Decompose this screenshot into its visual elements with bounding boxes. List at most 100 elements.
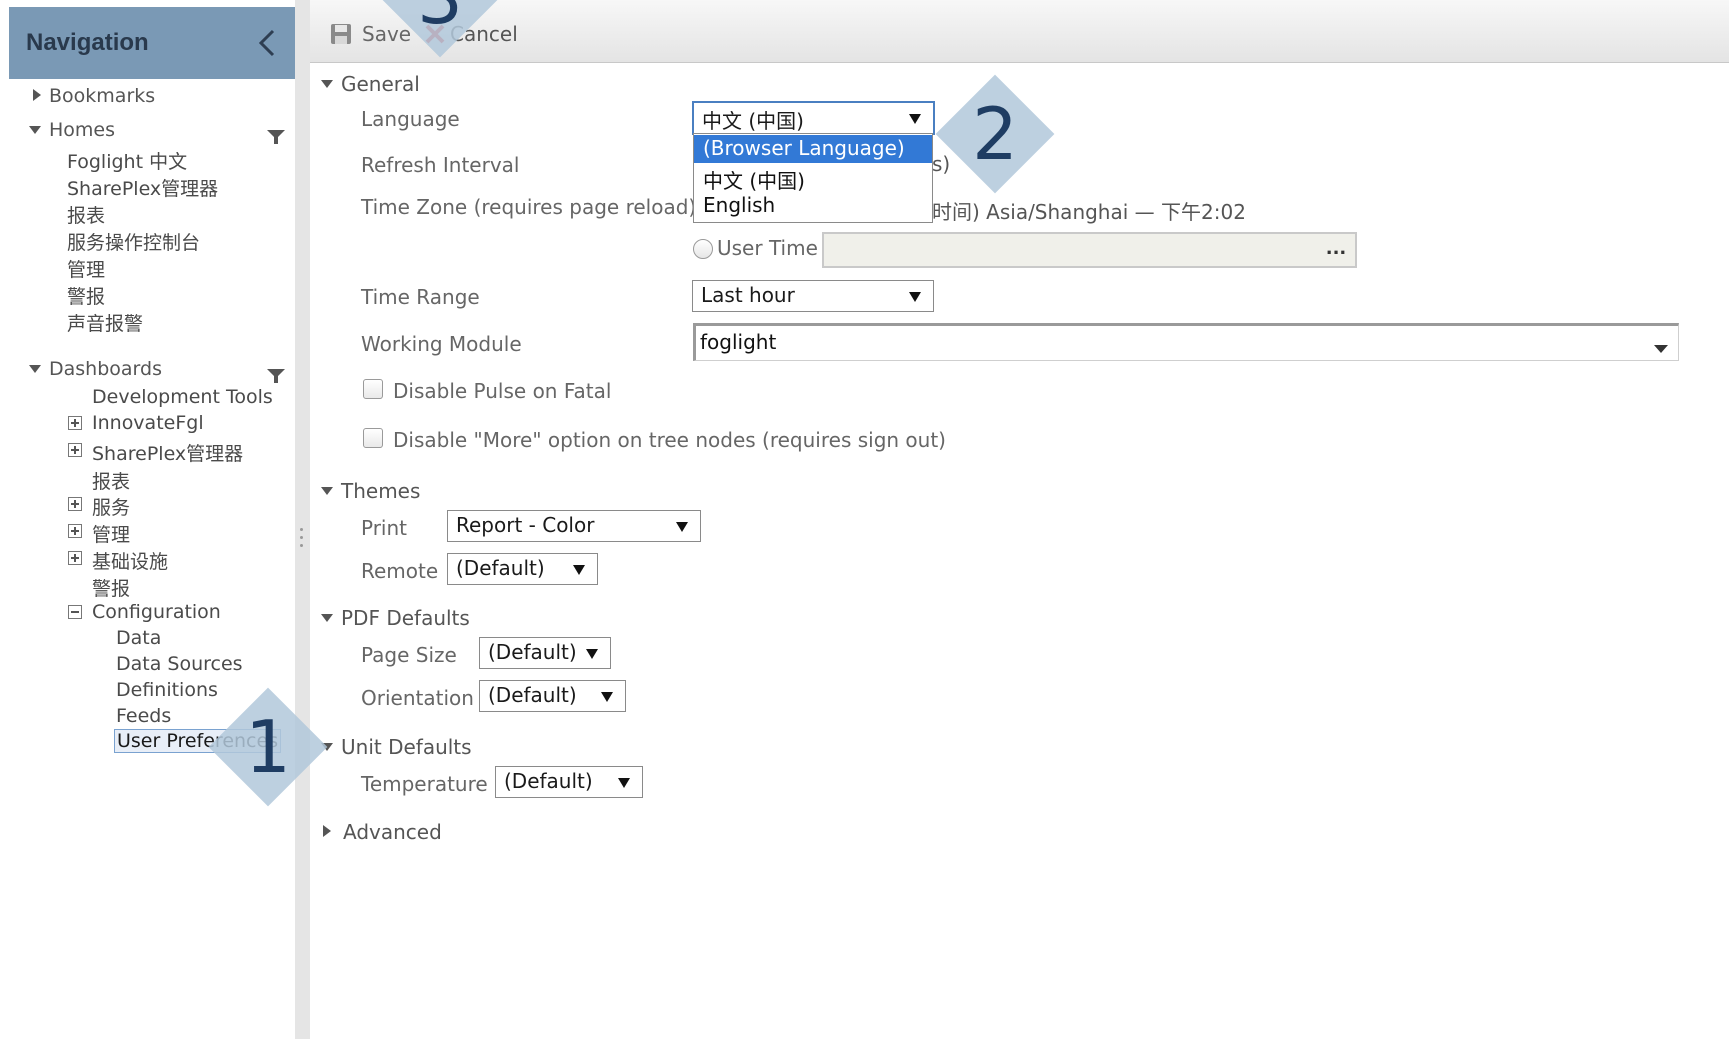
expand-arrow-icon bbox=[323, 825, 331, 837]
tree-section-label: Homes bbox=[49, 119, 116, 141]
app-window: Navigation Bookmarks Homes Foglight 中文 S… bbox=[0, 0, 1729, 1039]
expand-plus-icon[interactable] bbox=[68, 416, 82, 430]
tree-item-home[interactable]: SharePlex管理器 bbox=[67, 174, 218, 201]
language-option[interactable]: 中文 (中国) bbox=[694, 164, 932, 193]
tree-item-dashboard[interactable]: 报表 bbox=[92, 467, 130, 494]
tree-item-label: Configuration bbox=[92, 601, 221, 623]
tree-item-home[interactable]: 服务操作控制台 bbox=[67, 228, 200, 255]
language-dropdown-list: (Browser Language) 中文 (中国) English bbox=[693, 133, 933, 223]
user-time-radio[interactable] bbox=[693, 239, 713, 259]
dropdown-arrow-icon bbox=[909, 292, 921, 302]
tree-item-dashboard[interactable]: SharePlex管理器 bbox=[92, 439, 243, 466]
user-time-label: User Time bbox=[717, 236, 818, 260]
temperature-label: Temperature bbox=[361, 772, 488, 796]
dropdown-arrow-icon bbox=[573, 565, 585, 575]
section-title: PDF Defaults bbox=[341, 606, 470, 630]
dropdown-arrow-icon bbox=[909, 114, 921, 124]
tree-item-dashboard[interactable]: 基础设施 bbox=[92, 547, 168, 574]
tree-item-dashboard[interactable]: 管理 bbox=[92, 520, 130, 547]
tree-section-label: Dashboards bbox=[49, 358, 162, 380]
working-module-value: foglight bbox=[700, 330, 777, 354]
expand-plus-icon[interactable] bbox=[68, 443, 82, 457]
language-option[interactable]: (Browser Language) bbox=[694, 135, 932, 163]
disable-more-checkbox[interactable] bbox=[363, 428, 383, 448]
tree-item-label: 报表 bbox=[92, 471, 131, 493]
time-range-value: Last hour bbox=[701, 283, 795, 307]
refresh-interval-value: s) bbox=[932, 152, 951, 176]
timezone-value: 时间) Asia/Shanghai — 下午2:02 bbox=[932, 200, 1246, 224]
temperature-value: (Default) bbox=[504, 769, 593, 793]
refresh-interval-label: Refresh Interval bbox=[361, 153, 520, 177]
tree-item-label: SharePlex管理器 bbox=[92, 443, 244, 465]
dropdown-arrow-icon bbox=[601, 692, 613, 702]
section-title: Themes bbox=[341, 479, 421, 503]
navigation-title: Navigation bbox=[26, 29, 149, 56]
tree-item-config[interactable]: Data Sources bbox=[116, 653, 243, 675]
callout-number: 3 bbox=[398, 0, 482, 40]
collapse-arrow-icon bbox=[321, 487, 333, 495]
tree-item-dashboard[interactable]: InnovateFgl bbox=[92, 412, 204, 434]
orientation-select[interactable]: (Default) bbox=[479, 680, 626, 712]
tree-item-label: 服务操作控制台 bbox=[67, 232, 201, 254]
toolbar: Save Cancel bbox=[310, 0, 1729, 63]
page-size-select[interactable]: (Default) bbox=[479, 637, 611, 669]
collapse-panel-icon[interactable] bbox=[253, 25, 281, 61]
tree-item-label: 基础设施 bbox=[92, 551, 169, 573]
section-title: Advanced bbox=[343, 820, 442, 844]
tree-item-label: Data Sources bbox=[116, 653, 243, 675]
collapse-arrow-icon bbox=[321, 614, 333, 622]
orientation-label: Orientation bbox=[361, 686, 474, 710]
print-theme-select[interactable]: Report - Color bbox=[447, 510, 701, 542]
chevron-down-icon bbox=[1654, 337, 1668, 353]
expand-plus-icon[interactable] bbox=[68, 497, 82, 511]
print-theme-label: Print bbox=[361, 516, 408, 540]
tree-item-config[interactable]: Definitions bbox=[116, 679, 218, 701]
tree-item-home[interactable]: 报表 bbox=[67, 201, 105, 228]
tree-item-label: InnovateFgl bbox=[92, 412, 204, 434]
ellipsis-button[interactable]: ... bbox=[1321, 238, 1351, 262]
filter-icon[interactable] bbox=[267, 368, 285, 383]
user-time-input[interactable]: ... bbox=[822, 232, 1357, 268]
callout-number: 1 bbox=[245, 705, 291, 789]
tree-item-label: 声音报警 bbox=[67, 313, 144, 335]
tree-item-home[interactable]: 声音报警 bbox=[67, 309, 143, 336]
language-option[interactable]: English bbox=[694, 192, 932, 220]
tree-item-label: Data bbox=[116, 627, 162, 649]
collapse-minus-icon[interactable] bbox=[68, 605, 82, 619]
dropdown-arrow-icon bbox=[676, 522, 688, 532]
tree-item-label: 报表 bbox=[67, 205, 106, 227]
language-select[interactable]: 中文 (中国) bbox=[692, 101, 935, 135]
tree-item-home[interactable]: 警报 bbox=[67, 282, 105, 309]
tree-item-dashboard[interactable]: Development Tools bbox=[92, 386, 273, 408]
remote-theme-value: (Default) bbox=[456, 556, 545, 580]
temperature-select[interactable]: (Default) bbox=[495, 766, 643, 798]
disable-pulse-checkbox[interactable] bbox=[363, 379, 383, 399]
tree-item-label: 服务 bbox=[92, 497, 131, 519]
drag-handle-icon[interactable] bbox=[300, 528, 304, 554]
tree-item-config[interactable]: Data bbox=[116, 627, 161, 649]
time-range-select[interactable]: Last hour bbox=[692, 280, 934, 312]
orientation-value: (Default) bbox=[488, 683, 577, 707]
tree-item-dashboard[interactable]: 警报 bbox=[92, 574, 130, 601]
filter-icon[interactable] bbox=[267, 129, 285, 144]
option-label: 中文 (中国) bbox=[703, 169, 805, 193]
tree-item-configuration[interactable]: Configuration bbox=[92, 601, 221, 623]
expand-plus-icon[interactable] bbox=[68, 551, 82, 565]
section-title: Unit Defaults bbox=[341, 735, 472, 759]
tree-item-label: 警报 bbox=[92, 578, 131, 600]
tree-item-home[interactable]: Foglight 中文 bbox=[67, 147, 187, 174]
tree-item-dashboard[interactable]: 服务 bbox=[92, 493, 130, 520]
panel-splitter[interactable] bbox=[295, 0, 310, 1039]
tree-item-config[interactable]: Feeds bbox=[116, 705, 171, 727]
page-size-value: (Default) bbox=[488, 640, 577, 664]
tree-item-label: 管理 bbox=[92, 524, 131, 546]
language-value: 中文 (中国) bbox=[702, 109, 804, 133]
remote-theme-select[interactable]: (Default) bbox=[447, 553, 598, 585]
tree-item-label: Foglight 中文 bbox=[67, 151, 188, 173]
tree-item-home[interactable]: 管理 bbox=[67, 255, 105, 282]
working-module-select[interactable]: foglight bbox=[693, 323, 1679, 361]
callout-number: 2 bbox=[972, 92, 1018, 176]
navigation-header: Navigation bbox=[9, 7, 295, 79]
option-label: English bbox=[703, 193, 776, 217]
expand-plus-icon[interactable] bbox=[68, 524, 82, 538]
